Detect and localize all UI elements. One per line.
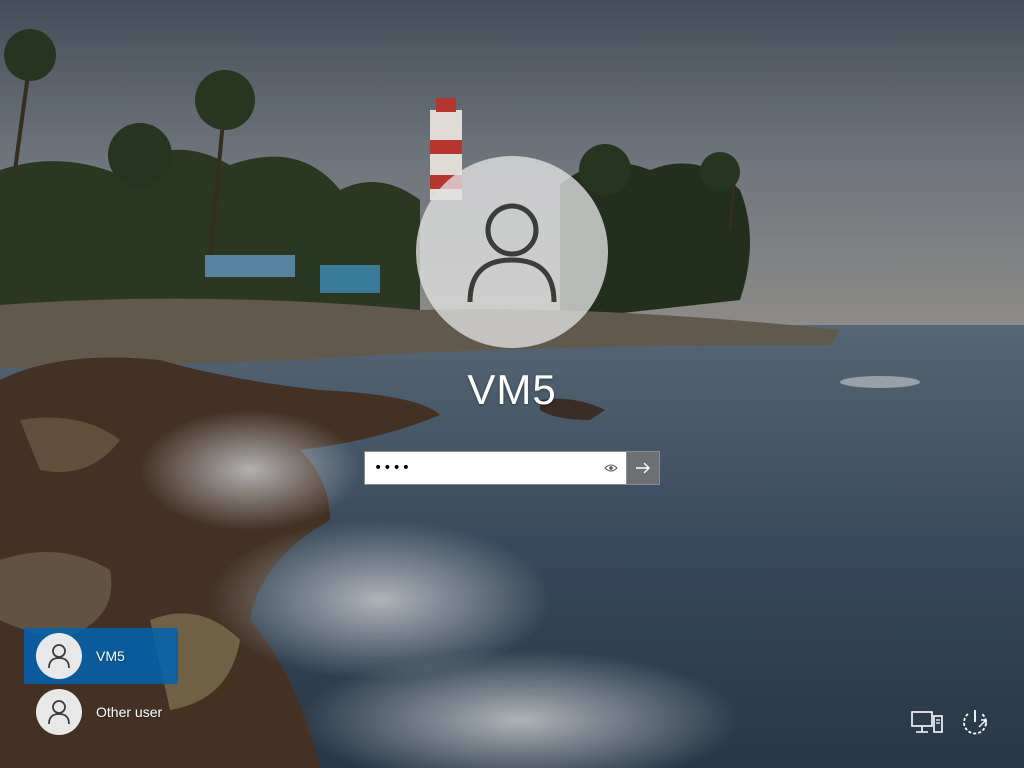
power-icon [963, 710, 987, 735]
user-avatar-large [416, 156, 608, 348]
submit-button[interactable] [626, 452, 659, 484]
password-box [364, 451, 660, 485]
user-tile-vm5[interactable]: VM5 [24, 628, 178, 684]
reveal-password-button[interactable] [596, 452, 626, 484]
network-button[interactable] [910, 706, 944, 740]
user-icon [467, 203, 557, 303]
password-field[interactable] [365, 452, 596, 484]
power-button[interactable] [958, 706, 992, 740]
network-icon [911, 711, 943, 733]
eye-icon [604, 464, 618, 472]
user-tile-label: VM5 [96, 648, 125, 664]
user-tile-other-user[interactable]: Other user [24, 684, 178, 740]
account-username: VM5 [467, 366, 557, 413]
user-tile-label: Other user [96, 704, 163, 720]
lock-screen: VM5 VM5 [0, 0, 1024, 768]
user-avatar-small [36, 633, 82, 679]
user-avatar-small [36, 689, 82, 735]
arrow-right-icon [636, 462, 650, 474]
user-icon [48, 700, 70, 725]
user-icon [48, 644, 70, 669]
